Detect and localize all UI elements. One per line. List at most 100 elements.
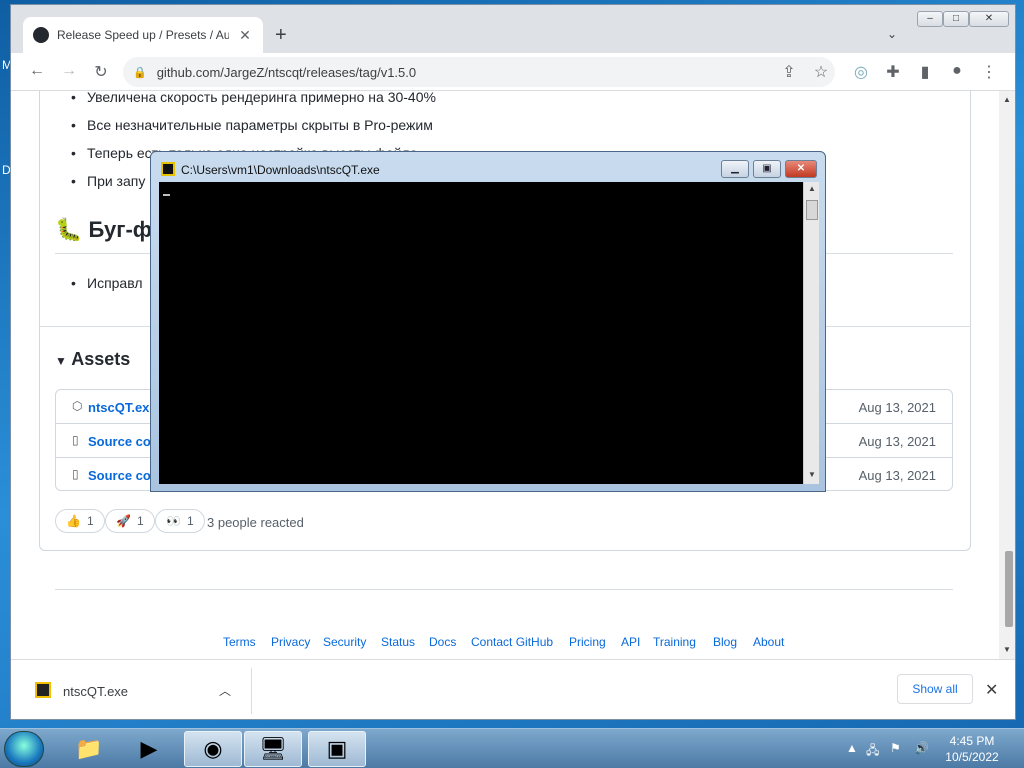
footer-link-api[interactable]: API	[621, 635, 640, 649]
media-player-taskbar-icon[interactable]: ▶	[120, 731, 178, 767]
asset-date: Aug 13, 2021	[858, 434, 936, 449]
file-zip-icon: ▯	[72, 467, 79, 481]
reaction-thumbs-up[interactable]: 👍 1	[55, 509, 105, 533]
footer-link-about[interactable]: About	[753, 635, 784, 649]
reload-icon[interactable]: ↻	[91, 62, 111, 82]
close-icon[interactable]: ✕	[985, 680, 998, 700]
scroll-down-icon[interactable]: ▼	[808, 470, 816, 479]
asset-date: Aug 13, 2021	[858, 400, 936, 415]
page-scrollbar[interactable]: ▲ ▼	[999, 91, 1015, 659]
console-scrollbar[interactable]: ▲ ▼	[803, 182, 819, 484]
asset-link[interactable]: ntscQT.exe	[88, 400, 157, 415]
chrome-taskbar-icon[interactable]: ◉	[184, 731, 242, 767]
scroll-up-icon[interactable]: ▲	[808, 184, 816, 193]
bookmark-star-icon[interactable]: ☆	[811, 62, 831, 82]
scrollbar-thumb[interactable]	[1005, 551, 1013, 627]
asset-link[interactable]: Source co	[88, 434, 151, 449]
reaction-count: 1	[186, 514, 194, 528]
footer-link-training[interactable]: Training	[653, 635, 696, 649]
lock-icon[interactable]: 🔒	[133, 66, 147, 79]
assets-heading[interactable]: ▼ Assets	[55, 349, 130, 370]
clock-time: 4:45 PM	[949, 734, 995, 748]
list-item: Увеличена скорость рендеринга примерно н…	[71, 91, 436, 105]
rocket-icon: 🚀	[116, 514, 131, 528]
asset-date: Aug 13, 2021	[858, 468, 936, 483]
github-icon	[33, 27, 49, 43]
reaction-eyes[interactable]: 👀 1	[155, 509, 205, 533]
extension-shield-icon[interactable]: ◎	[851, 62, 871, 82]
scroll-down-icon[interactable]: ▼	[1003, 645, 1011, 654]
clock-date: 10/5/2022	[945, 750, 999, 764]
taskbar: 📁 ▶ ◉ 🖥 ▣ ▲ 🖧 ⚑ 🔊 4:45 PM 10/5/2022	[0, 728, 1024, 768]
share-icon[interactable]: ⇪	[779, 62, 799, 82]
divider	[251, 668, 252, 714]
start-button[interactable]	[4, 731, 44, 767]
minimize-button[interactable]: –	[917, 11, 943, 27]
footer-link-security[interactable]: Security	[323, 635, 366, 649]
scroll-up-icon[interactable]: ▲	[1003, 95, 1011, 104]
footer-link-terms[interactable]: Terms	[223, 635, 256, 649]
console-maximize-button[interactable]: ▣	[753, 160, 781, 178]
reaction-count: 1	[136, 514, 144, 528]
package-icon: ⬡	[72, 399, 83, 413]
footer-link-docs[interactable]: Docs	[429, 635, 456, 649]
toolbar: ← → ↻ 🔒 github.com/JargeZ/ntscqt/release…	[11, 53, 1015, 91]
console-output[interactable]	[159, 182, 803, 484]
footer-link-contact[interactable]: Contact GitHub	[471, 635, 553, 649]
assets-heading-text: Assets	[71, 349, 131, 369]
footer-link-status[interactable]: Status	[381, 635, 415, 649]
caret-down-icon: ▼	[55, 354, 67, 368]
show-hidden-icons-icon[interactable]: ▲	[846, 741, 858, 755]
volume-icon[interactable]: 🔊	[914, 741, 929, 755]
tab-release[interactable]: Release Speed up / Presets / Auc ✕	[23, 17, 263, 53]
console-title: C:\Users\vm1\Downloads\ntscQT.exe	[181, 163, 380, 177]
footer-link-pricing[interactable]: Pricing	[569, 635, 606, 649]
footer-link-blog[interactable]: Blog	[713, 635, 737, 649]
console-minimize-button[interactable]: ▁	[721, 160, 749, 178]
list-item: Исправл	[71, 275, 142, 291]
console-app-icon	[161, 162, 175, 176]
reaction-rocket[interactable]: 🚀 1	[105, 509, 155, 533]
mouse-pointer-icon	[556, 383, 562, 399]
action-center-flag-icon[interactable]: ⚑	[890, 741, 901, 755]
scrollbar-thumb[interactable]	[806, 200, 818, 220]
list-item: При запу	[71, 173, 145, 189]
profile-avatar-icon[interactable]: ●	[947, 62, 967, 80]
tab-close-icon[interactable]: ✕	[237, 27, 253, 44]
network-taskbar-icon[interactable]: 🖥	[244, 731, 302, 767]
explorer-taskbar-icon[interactable]: 📁	[60, 731, 118, 767]
bugfix-heading-text: Буг-ф	[88, 217, 153, 242]
chevron-up-icon[interactable]: ︿	[219, 682, 231, 699]
bug-icon: 🐛	[55, 217, 83, 242]
download-bar: ntscQT.exe ︿ Show all ✕	[11, 659, 1015, 719]
new-tab-button[interactable]: +	[275, 25, 287, 45]
footer-link-privacy[interactable]: Privacy	[271, 635, 310, 649]
bugfix-heading: 🐛 Буг-ф	[55, 217, 152, 243]
list-item: Все незначительные параметры скрыты в Pr…	[71, 117, 433, 133]
asset-link[interactable]: Source co	[88, 468, 151, 483]
menu-kebab-icon[interactable]: ⋮	[979, 62, 999, 82]
side-panel-icon[interactable]: ▮	[915, 62, 935, 82]
tab-search-chevron-icon[interactable]: ⌄	[887, 27, 897, 41]
extensions-puzzle-icon[interactable]: ✚	[883, 62, 903, 82]
back-icon[interactable]: ←	[27, 62, 47, 80]
tab-title: Release Speed up / Presets / Auc	[57, 28, 229, 42]
forward-icon[interactable]: →	[59, 62, 79, 80]
thumbs-up-icon: 👍	[66, 514, 81, 528]
maximize-button[interactable]: □	[943, 11, 969, 27]
console-window[interactable]: C:\Users\vm1\Downloads\ntscQT.exe ▁ ▣ ✕ …	[150, 151, 826, 492]
show-all-button[interactable]: Show all	[897, 674, 973, 704]
address-bar[interactable]: 🔒 github.com/JargeZ/ntscqt/releases/tag/…	[123, 57, 835, 87]
tab-strip: Release Speed up / Presets / Auc ✕ + ⌄ –…	[11, 5, 1015, 53]
system-clock[interactable]: 4:45 PM 10/5/2022	[940, 733, 1004, 765]
console-taskbar-icon[interactable]: ▣	[308, 731, 366, 767]
reaction-count: 1	[86, 514, 94, 528]
file-zip-icon: ▯	[72, 433, 79, 447]
download-item[interactable]: ntscQT.exe	[63, 684, 128, 699]
console-close-button[interactable]: ✕	[785, 160, 817, 178]
close-button[interactable]: ✕	[969, 11, 1009, 27]
network-tray-icon[interactable]: 🖧	[866, 741, 879, 762]
reactions-summary: 3 people reacted	[207, 515, 304, 530]
url-text: github.com/JargeZ/ntscqt/releases/tag/v1…	[156, 64, 417, 80]
eyes-icon: 👀	[166, 514, 181, 528]
